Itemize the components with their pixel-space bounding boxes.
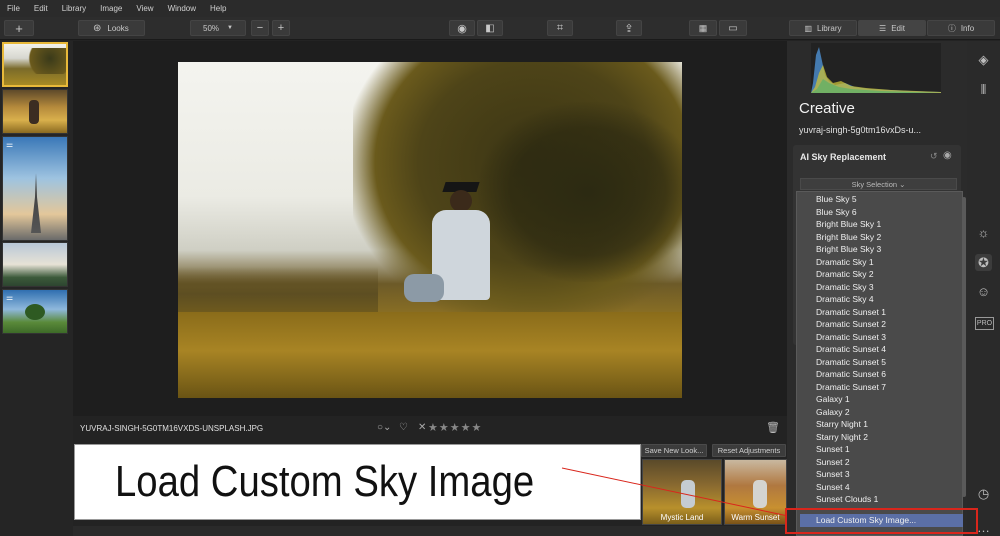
section-title: Creative (799, 100, 855, 117)
looks-icon: ⊛ (93, 22, 102, 34)
info-bar: YUVRAJ-SINGH-5G0TM16VXDS-UNSPLASH.JPG ○⌄… (73, 416, 787, 440)
sky-option[interactable]: Sunset 4 (816, 482, 850, 492)
add-button[interactable]: + (4, 20, 34, 36)
reject-icon[interactable]: ✕ (418, 422, 426, 433)
looks-label-row (73, 526, 787, 536)
sky-option[interactable]: Starry Night 1 (816, 419, 868, 429)
sky-option[interactable]: Bright Blue Sky 1 (816, 219, 881, 229)
info-icon: ⓘ (947, 23, 956, 33)
looks-button[interactable]: ⊛ Looks (78, 20, 145, 36)
sky-option[interactable]: Starry Night 2 (816, 432, 868, 442)
library-icon: ▥ (804, 23, 813, 33)
menu-view[interactable]: View (136, 4, 153, 13)
main-photo[interactable] (178, 62, 682, 398)
film-thumb-5[interactable]: ⚌ (2, 289, 68, 334)
heart-icon[interactable]: ♡ (399, 422, 408, 433)
zoom-out-button[interactable]: − (251, 20, 269, 36)
tab-edit[interactable]: ☰ Edit (858, 20, 926, 36)
sky-selection-select[interactable]: Sky Selection ⌄ (800, 178, 957, 190)
sky-option[interactable]: Dramatic Sunset 3 (816, 332, 886, 342)
looks-label: Looks (107, 23, 129, 33)
sky-option[interactable]: Galaxy 1 (816, 394, 850, 404)
save-new-look-button[interactable]: Save New Look... (641, 444, 707, 457)
menu-image[interactable]: Image (100, 4, 122, 13)
photo-filename: YUVRAJ-SINGH-5G0TM16VXDS-UNSPLASH.JPG (80, 424, 264, 433)
callout-text: Load Custom Sky Image (115, 457, 535, 506)
sky-option[interactable]: Sunset 3 (816, 469, 850, 479)
trash-icon[interactable]: 🗑 (766, 421, 780, 434)
sky-option[interactable]: Bright Blue Sky 2 (816, 232, 881, 242)
sky-option[interactable]: Dramatic Sunset 7 (816, 382, 886, 392)
split-view-icon[interactable]: ◧ (477, 20, 503, 36)
sky-option[interactable]: Dramatic Sky 3 (816, 282, 874, 292)
eye-icon[interactable]: ◉ (449, 20, 475, 36)
tab-library[interactable]: ▥ Library (789, 20, 857, 36)
menu-window[interactable]: Window (168, 4, 196, 13)
share-icon[interactable]: ⇪ (616, 20, 642, 36)
tab-info-label: Info (960, 23, 975, 33)
layers-icon[interactable]: ◈ (975, 51, 992, 68)
adjusted-icon: ⚌ (6, 293, 14, 302)
menu-library[interactable]: Library (62, 4, 86, 13)
clock-icon[interactable]: ◷ (975, 485, 992, 502)
sky-option[interactable]: Dramatic Sky 4 (816, 294, 874, 304)
palette-icon[interactable]: ✪ (975, 254, 992, 271)
film-thumb-4[interactable] (2, 242, 68, 287)
zoom-select[interactable]: 50% ▼ (190, 20, 246, 36)
sky-option[interactable]: Dramatic Sunset 6 (816, 369, 886, 379)
annotation-arrow (561, 467, 789, 517)
chevron-down-icon: ▼ (227, 25, 233, 31)
tool-icon-column: ◈ ⫴ ☼ ✪ ☺ PRO ◷ … (967, 41, 1000, 536)
reset-adjustments-button[interactable]: Reset Adjustments (712, 444, 786, 457)
sky-option[interactable]: Blue Sky 6 (816, 207, 857, 217)
sky-option[interactable]: Galaxy 2 (816, 407, 850, 417)
sky-option[interactable]: Bright Blue Sky 3 (816, 244, 881, 254)
compare-icon[interactable]: ⫴ (975, 81, 992, 98)
menu-file[interactable]: File (7, 4, 20, 13)
dropdown-scrollbar[interactable] (962, 197, 966, 497)
tab-edit-label: Edit (891, 23, 905, 33)
zoom-value: 50% (203, 23, 220, 33)
visibility-toggle-icon[interactable]: ◉ (943, 150, 952, 161)
film-thumb-2[interactable] (2, 89, 68, 134)
adjusted-icon: ⚌ (6, 140, 14, 149)
menu-help[interactable]: Help (210, 4, 226, 13)
sky-option[interactable]: Dramatic Sunset 5 (816, 357, 886, 367)
annotation-highlight-box (785, 508, 978, 534)
smile-icon[interactable]: ☺ (975, 283, 992, 300)
grid-view-icon[interactable]: ▦ (689, 20, 717, 36)
sky-option[interactable]: Dramatic Sunset 2 (816, 319, 886, 329)
annotation-callout: Load Custom Sky Image (74, 444, 641, 520)
histogram (811, 43, 941, 93)
menu-edit[interactable]: Edit (34, 4, 48, 13)
tab-library-label: Library (817, 23, 842, 33)
film-thumb-1[interactable] (2, 42, 68, 87)
toolbar: + ⊛ Looks 50% ▼ − + ◉ ◧ ⌗ ⇪ ▦ ▭ ▥ Librar… (0, 17, 1000, 40)
sky-option[interactable]: Dramatic Sunset 4 (816, 344, 886, 354)
sky-option[interactable]: Sunset Clouds 1 (816, 494, 878, 504)
tab-info[interactable]: ⓘ Info (927, 20, 995, 36)
color-label-icon[interactable]: ○⌄ (377, 422, 391, 433)
sliders-icon: ☰ (879, 23, 887, 33)
tool-title: AI Sky Replacement (800, 152, 887, 162)
crop-icon[interactable]: ⌗ (547, 20, 573, 36)
single-view-icon[interactable]: ▭ (719, 20, 747, 36)
sun-icon[interactable]: ☼ (975, 224, 992, 241)
sky-option[interactable]: Sunset 2 (816, 457, 850, 467)
filmstrip: ⚌ ⚌ (0, 41, 73, 536)
reset-icon[interactable]: ↺ (930, 151, 938, 162)
sky-option[interactable]: Dramatic Sky 2 (816, 269, 874, 279)
pro-badge[interactable]: PRO (975, 317, 994, 330)
sky-option[interactable]: Dramatic Sunset 1 (816, 307, 886, 317)
sky-option[interactable]: Blue Sky 5 (816, 194, 857, 204)
panel-filename: yuvraj-singh-5g0tm16vxDs-u... (799, 125, 922, 135)
zoom-in-button[interactable]: + (272, 20, 290, 36)
menu-bar: File Edit Library Image View Window Help (0, 0, 1000, 17)
sky-option[interactable]: Sunset 1 (816, 444, 850, 454)
film-thumb-3[interactable]: ⚌ (2, 136, 68, 241)
rating-stars[interactable]: ★★★★★ (428, 421, 482, 434)
sky-option[interactable]: Dramatic Sky 1 (816, 257, 874, 267)
